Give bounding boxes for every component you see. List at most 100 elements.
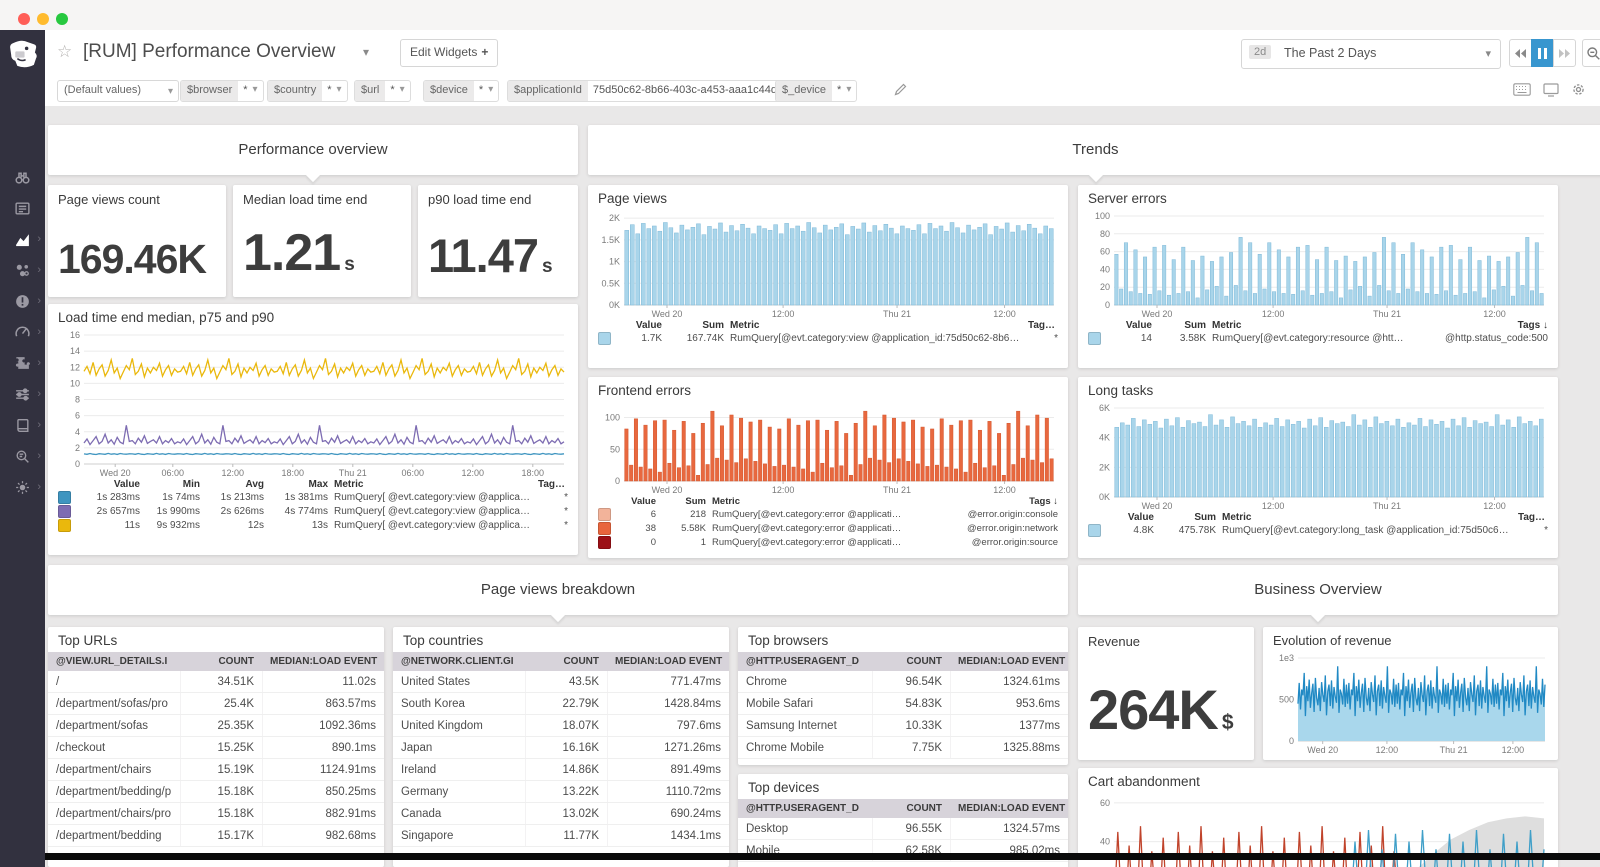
revenue-evolution-area-chart[interactable]: 05001e3Wed 2012:00Thu 2112:00 xyxy=(1268,652,1553,756)
column-header[interactable]: MEDIAN:LOAD EVENT xyxy=(262,652,384,671)
legend-color-swatch[interactable] xyxy=(1088,332,1101,345)
sidebar-item-monitors[interactable]: › xyxy=(0,292,45,310)
sidebar-item-metrics[interactable]: › xyxy=(0,323,45,341)
settings-gear-icon[interactable] xyxy=(1571,82,1586,97)
legend-color-swatch[interactable] xyxy=(598,522,611,535)
table-row[interactable]: Mobile Safari54.83K953.6ms xyxy=(738,693,1068,715)
column-header[interactable]: MEDIAN:LOAD EVENT xyxy=(950,799,1068,818)
widget-top-countries-table[interactable]: Top countries @NETWORK.CLIENT.GICOUNTMED… xyxy=(393,627,729,867)
sidebar-item-notebooks[interactable]: › xyxy=(0,416,45,434)
edit-variables-pencil-icon[interactable] xyxy=(893,82,908,97)
legend-color-swatch[interactable] xyxy=(598,508,611,521)
column-header[interactable]: COUNT xyxy=(872,799,950,818)
sidebar-item-apm[interactable]: › xyxy=(0,385,45,403)
long-tasks-legend[interactable]: ValueSumMetricTags ↓4.8K475.78KRumQuery[… xyxy=(1078,512,1558,537)
table-row[interactable]: Chrome96.54K1324.61ms xyxy=(738,671,1068,693)
table-row[interactable]: /department/bedding/p15.18K850.25ms xyxy=(48,781,384,803)
server-errors-legend[interactable]: ValueSumMetricTags ↓143.58KRumQuery[@evt… xyxy=(1078,320,1558,345)
table-row[interactable]: Samsung Internet10.33K1377ms xyxy=(738,715,1068,737)
column-header[interactable]: COUNT xyxy=(180,652,262,671)
sidebar-item-security[interactable]: › xyxy=(0,478,45,496)
load-time-legend[interactable]: ValueMinAvgMaxMetricTags ↓1s 283ms1s 74m… xyxy=(48,479,578,532)
group-page-views-breakdown[interactable]: Page views breakdown xyxy=(48,565,1068,615)
variable-pill-device[interactable]: $device*▾ xyxy=(423,80,499,102)
column-header[interactable]: @HTTP.USERAGENT_D xyxy=(738,799,872,818)
sidebar-item-watchdog[interactable] xyxy=(0,168,45,186)
variable-pill-browser[interactable]: $browser*▾ xyxy=(180,80,264,102)
saved-views-select[interactable]: (Default values)▾ xyxy=(57,80,179,102)
variable-pill-applicationid[interactable]: $applicationId75d50c62-8b66-403c-a453-aa… xyxy=(507,80,818,102)
widget-long-tasks-chart[interactable]: Long tasks 0K2K4K6KWed 2012:00Thu 2112:0… xyxy=(1078,377,1558,558)
table-row[interactable]: Canada13.02K690.24ms xyxy=(393,803,729,825)
group-business-overview[interactable]: Business Overview xyxy=(1078,565,1558,615)
table-row[interactable]: Germany13.22K1110.72ms xyxy=(393,781,729,803)
table-row[interactable]: /34.51K11.02s xyxy=(48,671,384,693)
column-header[interactable]: MEDIAN:LOAD EVENT xyxy=(950,652,1068,671)
table-row[interactable]: Singapore11.77K1434.1ms xyxy=(393,825,729,847)
column-header[interactable]: @VIEW.URL_DETAILS.I xyxy=(48,652,180,671)
group-trends[interactable]: Trends xyxy=(588,125,1600,175)
window-minimize-button[interactable] xyxy=(37,13,49,25)
table-row[interactable]: Ireland14.86K891.49ms xyxy=(393,759,729,781)
variable-pill-underscore-device[interactable]: $_device*▾ xyxy=(775,80,857,102)
window-zoom-button[interactable] xyxy=(56,13,68,25)
frontend-errors-bar-chart[interactable]: 050100Wed 2012:00Thu 2112:00 xyxy=(594,402,1062,496)
sidebar-item-infrastructure[interactable]: › xyxy=(0,261,45,279)
time-range-picker[interactable]: 2d The Past 2 Days ▾ xyxy=(1241,39,1501,69)
keyboard-shortcuts-icon[interactable] xyxy=(1513,83,1531,96)
datadog-logo[interactable] xyxy=(7,38,38,69)
widget-load-time-chart[interactable]: Load time end median, p75 and p90 024681… xyxy=(48,304,578,555)
widget-page-views-count[interactable]: Page views count 169.46K xyxy=(48,185,226,297)
column-header[interactable]: COUNT xyxy=(525,652,607,671)
pause-refresh-button[interactable] xyxy=(1531,39,1554,67)
widget-server-errors-chart[interactable]: Server errors 020406080100Wed 2012:00Thu… xyxy=(1078,185,1558,368)
legend-color-swatch[interactable] xyxy=(58,491,71,504)
legend-color-swatch[interactable] xyxy=(58,505,71,518)
table-row[interactable]: /department/chairs/pro15.18K882.91ms xyxy=(48,803,384,825)
tv-mode-icon[interactable] xyxy=(1543,83,1559,97)
widget-evolution-of-revenue[interactable]: Evolution of revenue 05001e3Wed 2012:00T… xyxy=(1263,627,1558,760)
variable-pill-url[interactable]: $url*▾ xyxy=(354,80,411,102)
zoom-out-button[interactable] xyxy=(1582,39,1600,67)
long-tasks-bar-chart[interactable]: 0K2K4K6KWed 2012:00Thu 2112:00 xyxy=(1084,402,1552,512)
widget-top-browsers-table[interactable]: Top browsers @HTTP.USERAGENT_DCOUNTMEDIA… xyxy=(738,627,1068,765)
column-header[interactable]: @NETWORK.CLIENT.GI xyxy=(393,652,525,671)
legend-color-swatch[interactable] xyxy=(598,332,611,345)
widget-median-load-time[interactable]: Median load time end 1.21s xyxy=(233,185,411,297)
variable-pill-country[interactable]: $country*▾ xyxy=(267,80,348,102)
server-errors-bar-chart[interactable]: 020406080100Wed 2012:00Thu 2112:00 xyxy=(1084,210,1552,320)
widget-top-urls-table[interactable]: Top URLs @VIEW.URL_DETAILS.ICOUNTMEDIAN:… xyxy=(48,627,384,867)
table-row[interactable]: South Korea22.79K1428.84ms xyxy=(393,693,729,715)
edit-widgets-button[interactable]: Edit Widgets+ xyxy=(400,39,498,67)
legend-color-swatch[interactable] xyxy=(58,519,71,532)
frontend-errors-legend[interactable]: ValueSumMetricTags ↓6218RumQuery[@evt.ca… xyxy=(588,496,1068,549)
sidebar-item-logs[interactable]: › xyxy=(0,447,45,465)
widget-revenue[interactable]: Revenue 264K$ xyxy=(1078,627,1254,760)
time-shift-forward-button[interactable] xyxy=(1553,39,1576,67)
widget-p90-load-time[interactable]: p90 load time end 11.47s xyxy=(418,185,578,297)
sidebar-item-dashboards[interactable]: › xyxy=(0,230,45,248)
column-header[interactable]: @HTTP.USERAGENT_D xyxy=(738,652,872,671)
table-row[interactable]: /department/sofas25.35K1092.36ms xyxy=(48,715,384,737)
table-row[interactable]: United States43.5K771.47ms xyxy=(393,671,729,693)
favorite-star-icon[interactable]: ☆ xyxy=(57,42,72,62)
time-shift-back-button[interactable] xyxy=(1509,39,1532,67)
sidebar-item-events[interactable] xyxy=(0,199,45,217)
widget-page-views-chart[interactable]: Page views 0K0.5K1K1.5K2KWed 2012:00Thu … xyxy=(588,185,1068,368)
legend-color-swatch[interactable] xyxy=(598,536,611,549)
page-views-bar-chart[interactable]: 0K0.5K1K1.5K2KWed 2012:00Thu 2112:00 xyxy=(594,210,1062,320)
table-row[interactable]: Chrome Mobile7.75K1325.88ms xyxy=(738,737,1068,759)
table-row[interactable]: Desktop96.55K1324.57ms xyxy=(738,818,1068,840)
page-views-legend[interactable]: ValueSumMetricTags ↓1.7K167.74KRumQuery[… xyxy=(588,320,1068,345)
table-row[interactable]: Japan16.16K1271.26ms xyxy=(393,737,729,759)
table-row[interactable]: /department/bedding15.17K982.68ms xyxy=(48,825,384,847)
table-row[interactable]: /department/chairs15.19K1124.91ms xyxy=(48,759,384,781)
table-row[interactable]: United Kingdom18.07K797.6ms xyxy=(393,715,729,737)
table-row[interactable]: /department/sofas/pro25.4K863.57ms xyxy=(48,693,384,715)
title-chevron-down-icon[interactable]: ▾ xyxy=(363,45,369,59)
dashboard-title[interactable]: [RUM] Performance Overview xyxy=(83,41,335,63)
table-row[interactable]: /checkout15.25K890.1ms xyxy=(48,737,384,759)
window-close-button[interactable] xyxy=(18,13,30,25)
group-performance-overview[interactable]: Performance overview xyxy=(48,125,578,175)
sidebar-item-integrations[interactable]: › xyxy=(0,354,45,372)
